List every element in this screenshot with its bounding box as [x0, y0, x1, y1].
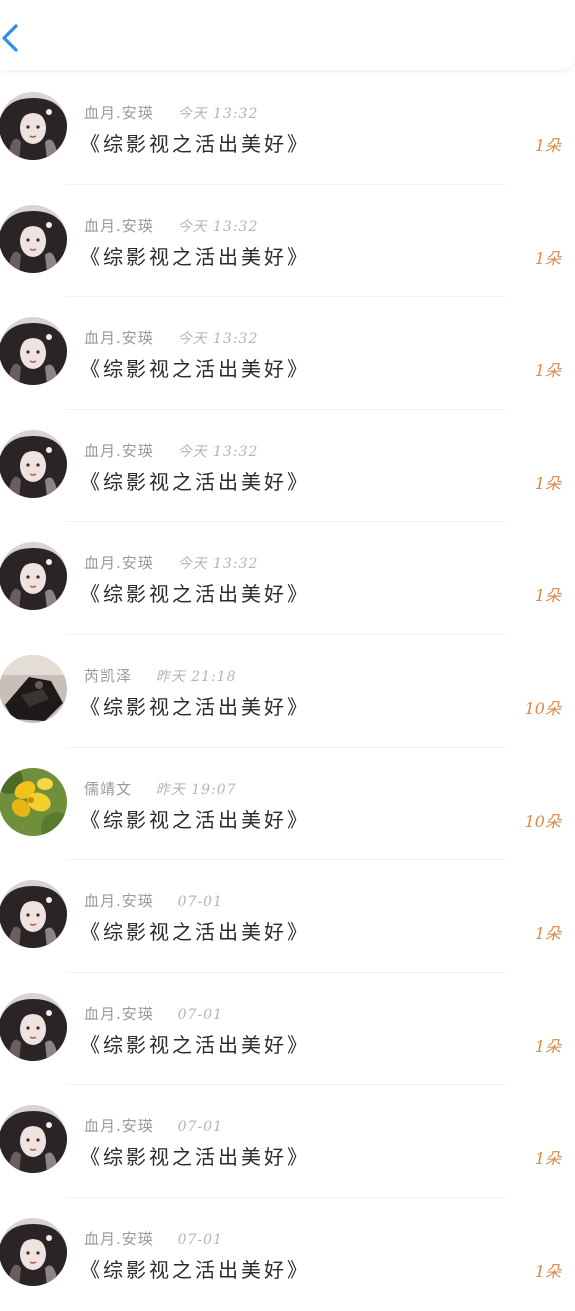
avatar[interactable]	[0, 1217, 67, 1286]
book-title: 《综影视之活出美好》	[80, 1032, 310, 1057]
top-bar	[0, 0, 575, 70]
list-item[interactable]: 血月.安瑛 07-01 《综影视之活出美好》 1朵	[0, 1085, 575, 1198]
flower-count: 1朵	[534, 136, 561, 155]
book-title: 《综影视之活出美好》	[80, 469, 310, 494]
flower-count: 1朵	[534, 1149, 561, 1169]
flower-count: 1朵	[534, 1261, 561, 1281]
timestamp: 今天 13:32	[177, 556, 259, 573]
timestamp: 昨天 19:07	[155, 781, 237, 798]
item-meta: 血月.安瑛 今天 13:32	[84, 327, 258, 348]
list-item[interactable]: 血月.安瑛 今天 13:32 《综影视之活出美好》 1朵	[0, 522, 575, 635]
book-title: 《综影视之活出美好》	[80, 1257, 310, 1282]
user-name[interactable]: 血月.安瑛	[84, 1230, 154, 1248]
book-title: 《综影视之活出美好》	[80, 357, 310, 382]
timestamp: 07-01	[177, 1006, 223, 1023]
avatar[interactable]	[0, 992, 67, 1061]
user-name[interactable]: 血月.安瑛	[84, 892, 154, 910]
flower-count: 1朵	[534, 924, 561, 944]
avatar[interactable]	[0, 880, 67, 949]
book-title: 《综影视之活出美好》	[80, 132, 310, 156]
flower-count: 1朵	[534, 1036, 561, 1056]
timestamp: 今天 13:32	[177, 331, 259, 348]
user-name[interactable]: 血月.安瑛	[84, 217, 154, 235]
avatar[interactable]	[0, 204, 67, 273]
back-button[interactable]	[0, 18, 36, 58]
avatar[interactable]	[0, 317, 67, 386]
timestamp: 今天 13:32	[177, 443, 259, 460]
timestamp: 昨天 21:18	[155, 668, 237, 685]
book-title: 《综影视之活出美好》	[80, 920, 310, 945]
timestamp: 07-01	[177, 1231, 223, 1248]
avatar[interactable]	[0, 767, 67, 836]
item-meta: 芮凯泽 昨天 21:18	[84, 665, 237, 686]
list-item[interactable]: 芮凯泽 昨天 21:18 《综影视之活出美好》 10朵	[0, 635, 575, 748]
gift-record-list: 血月.安瑛 今天 13:32 《综影视之活出美好》 1朵 血月.安瑛 今天 13…	[0, 72, 575, 1311]
book-title: 《综影视之活出美好》	[80, 694, 310, 719]
user-name[interactable]: 血月.安瑛	[84, 442, 154, 460]
user-name[interactable]: 儒靖文	[84, 780, 132, 798]
item-meta: 血月.安瑛 今天 13:32	[84, 102, 258, 123]
user-name[interactable]: 血月.安瑛	[84, 1005, 154, 1023]
timestamp: 今天 13:32	[177, 106, 259, 122]
item-meta: 血月.安瑛 07-01	[84, 890, 223, 911]
book-title: 《综影视之活出美好》	[80, 244, 310, 269]
item-meta: 儒靖文 昨天 19:07	[84, 778, 237, 799]
item-meta: 血月.安瑛 今天 13:32	[84, 440, 258, 461]
user-name[interactable]: 血月.安瑛	[84, 1117, 154, 1135]
book-title: 《综影视之活出美好》	[80, 582, 310, 607]
list-item[interactable]: 血月.安瑛 07-01 《综影视之活出美好》 1朵	[0, 860, 575, 973]
user-name[interactable]: 血月.安瑛	[84, 554, 154, 572]
timestamp: 今天 13:32	[177, 218, 259, 235]
flower-count: 1朵	[534, 361, 561, 381]
avatar[interactable]	[0, 1105, 67, 1174]
list-item[interactable]: 儒靖文 昨天 19:07 《综影视之活出美好》 10朵	[0, 748, 575, 861]
item-meta: 血月.安瑛 今天 13:32	[84, 552, 258, 573]
avatar[interactable]	[0, 429, 67, 498]
flower-count: 10朵	[524, 698, 561, 718]
user-name[interactable]: 芮凯泽	[84, 667, 132, 685]
item-meta: 血月.安瑛 07-01	[84, 1003, 223, 1024]
item-meta: 血月.安瑛 今天 13:32	[84, 215, 258, 236]
list-item[interactable]: 血月.安瑛 07-01 《综影视之活出美好》 1朵	[0, 1198, 575, 1311]
book-title: 《综影视之活出美好》	[80, 1145, 310, 1170]
avatar[interactable]	[0, 542, 67, 611]
flower-count: 1朵	[534, 248, 561, 268]
timestamp: 07-01	[177, 894, 223, 911]
user-name[interactable]: 血月.安瑛	[84, 329, 154, 347]
timestamp: 07-01	[177, 1119, 223, 1136]
book-title: 《综影视之活出美好》	[80, 807, 310, 832]
list-item[interactable]: 血月.安瑛 今天 13:32 《综影视之活出美好》 1朵	[0, 410, 575, 523]
avatar[interactable]	[0, 654, 67, 723]
list-item[interactable]: 血月.安瑛 07-01 《综影视之活出美好》 1朵	[0, 973, 575, 1086]
avatar[interactable]	[0, 92, 67, 160]
list-item[interactable]: 血月.安瑛 今天 13:32 《综影视之活出美好》 1朵	[0, 72, 575, 185]
flower-count: 1朵	[534, 473, 561, 493]
flower-count: 1朵	[534, 586, 561, 606]
user-name[interactable]: 血月.安瑛	[84, 104, 154, 122]
flower-count: 10朵	[524, 811, 561, 831]
item-meta: 血月.安瑛 07-01	[84, 1115, 223, 1136]
list-item[interactable]: 血月.安瑛 今天 13:32 《综影视之活出美好》 1朵	[0, 297, 575, 410]
item-meta: 血月.安瑛 07-01	[84, 1228, 223, 1249]
list-item[interactable]: 血月.安瑛 今天 13:32 《综影视之活出美好》 1朵	[0, 185, 575, 298]
chevron-left-icon	[0, 18, 36, 58]
